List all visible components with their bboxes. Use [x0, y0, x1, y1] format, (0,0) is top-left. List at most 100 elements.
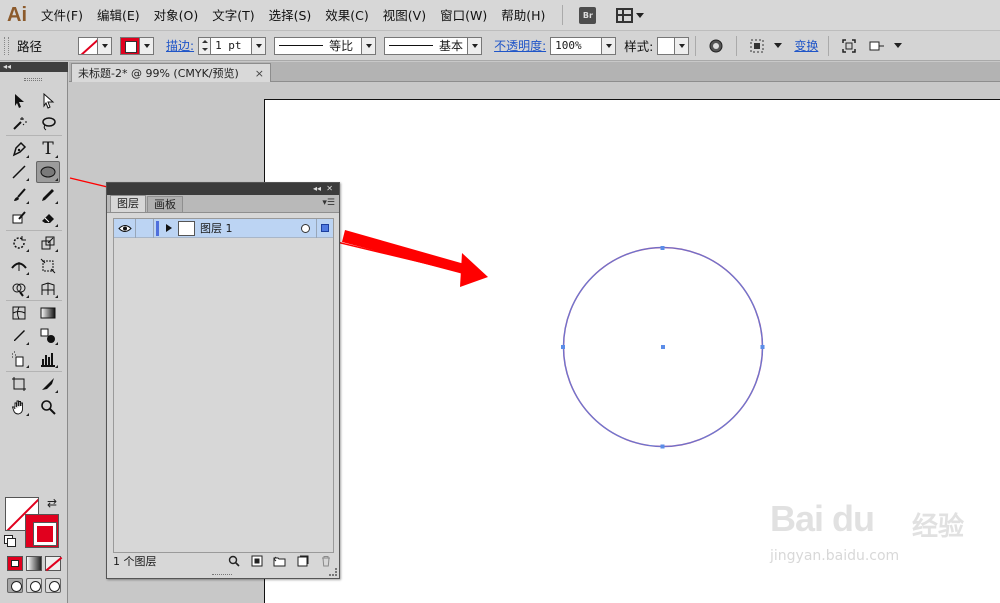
stroke-link[interactable]: 描边:: [166, 37, 194, 54]
close-icon[interactable]: ✕: [326, 183, 333, 195]
menu-object[interactable]: 对象(O): [147, 0, 206, 31]
collapse-icon[interactable]: ◂◂: [313, 183, 321, 195]
stroke-weight-field[interactable]: 1 pt: [210, 36, 253, 55]
stroke-weight-stepper[interactable]: [198, 36, 211, 55]
column-graph-tool[interactable]: [37, 349, 59, 369]
eyedropper-tool[interactable]: [8, 326, 30, 346]
none-mode-button[interactable]: [45, 556, 61, 571]
paintbrush-tool[interactable]: [8, 185, 30, 205]
stroke-dropdown[interactable]: [140, 36, 155, 55]
scale-tool[interactable]: [37, 233, 59, 253]
lasso-tool[interactable]: [37, 114, 59, 134]
stroke-weight-dropdown[interactable]: [252, 36, 267, 55]
menu-type[interactable]: 文字(T): [205, 0, 261, 31]
make-clipping-mask-icon[interactable]: [250, 555, 264, 567]
opacity-link[interactable]: 不透明度:: [494, 37, 546, 54]
selection-tool[interactable]: [8, 91, 30, 111]
fill-swatch[interactable]: [78, 36, 99, 55]
workspace-switcher-button[interactable]: [616, 7, 645, 23]
gradient-tool[interactable]: [37, 303, 59, 323]
tools-panel-header[interactable]: ◂◂: [0, 62, 68, 72]
fill-dropdown[interactable]: [98, 36, 113, 55]
tools-grip[interactable]: [24, 78, 42, 81]
eraser-tool[interactable]: [37, 208, 59, 228]
menu-effect[interactable]: 效果(C): [318, 0, 375, 31]
shape-builder-tool[interactable]: [8, 279, 30, 299]
blob-brush-tool[interactable]: [8, 208, 30, 228]
artboard[interactable]: [264, 99, 1000, 603]
profile-dropdown[interactable]: [362, 36, 377, 55]
close-icon[interactable]: ×: [255, 67, 264, 80]
draw-normal-button[interactable]: [7, 578, 23, 593]
gradient-mode-button[interactable]: [26, 556, 42, 571]
panel-menu-icon[interactable]: [868, 37, 886, 55]
transform-link[interactable]: 变换: [794, 37, 818, 54]
menu-select[interactable]: 选择(S): [262, 0, 319, 31]
bridge-button[interactable]: Br: [579, 6, 597, 24]
type-tool[interactable]: T: [37, 139, 59, 159]
swap-fill-stroke-icon[interactable]: ⇄: [47, 496, 57, 510]
brush-definition[interactable]: 基本: [384, 36, 469, 55]
panel-bottom-grip[interactable]: [212, 574, 232, 577]
document-tab[interactable]: 未标题-2* @ 99% (CMYK/预览) ×: [71, 63, 271, 82]
layer-name[interactable]: 图层 1: [200, 220, 233, 236]
zoom-tool[interactable]: [37, 397, 59, 417]
pen-tool[interactable]: [8, 139, 30, 159]
menu-help[interactable]: 帮助(H): [494, 0, 552, 31]
panel-resize-handle[interactable]: [329, 568, 337, 576]
type-tool-glyph: T: [42, 139, 54, 159]
opacity-dropdown[interactable]: [602, 36, 617, 55]
collapse-icon[interactable]: ◂◂: [3, 62, 11, 72]
selection-indicator[interactable]: [321, 224, 329, 232]
width-tool[interactable]: [8, 256, 30, 276]
blend-tool[interactable]: [37, 326, 59, 346]
menu-file[interactable]: 文件(F): [34, 0, 90, 31]
magic-wand-tool[interactable]: [8, 114, 30, 134]
opacity-field[interactable]: 100%: [550, 36, 603, 55]
chevron-down-icon[interactable]: [774, 43, 783, 48]
hand-tool[interactable]: [8, 397, 30, 417]
locate-object-icon[interactable]: [227, 555, 241, 567]
color-mode-button[interactable]: [7, 556, 23, 571]
menu-view[interactable]: 视图(V): [376, 0, 433, 31]
expand-triangle-icon[interactable]: [166, 224, 172, 232]
delete-layer-icon[interactable]: [319, 555, 333, 567]
graphic-style-dropdown[interactable]: [675, 36, 690, 55]
free-transform-tool[interactable]: [37, 256, 59, 276]
perspective-grid-tool[interactable]: [37, 279, 59, 299]
draw-inside-button[interactable]: [45, 578, 61, 593]
pencil-tool[interactable]: [37, 185, 59, 205]
stroke-color-swatch[interactable]: [25, 514, 59, 548]
recolor-artwork-icon[interactable]: [707, 37, 725, 55]
artboard-tool[interactable]: [8, 374, 30, 394]
target-circle-icon[interactable]: [301, 223, 310, 233]
panel-title-bar[interactable]: ◂◂ ✕: [107, 183, 339, 195]
slice-tool[interactable]: [37, 374, 59, 394]
align-options-icon[interactable]: [748, 37, 766, 55]
brush-dropdown[interactable]: [468, 36, 483, 55]
panel-menu-icon[interactable]: ▾☰: [322, 198, 335, 208]
layer-row[interactable]: 图层 1: [114, 218, 333, 238]
default-colors-icon[interactable]: [4, 535, 16, 547]
line-segment-tool[interactable]: [8, 162, 30, 182]
stroke-swatch[interactable]: [120, 36, 141, 55]
variable-width-profile[interactable]: 等比: [274, 36, 363, 55]
rotate-tool[interactable]: [8, 233, 30, 253]
symbol-sprayer-tool[interactable]: [8, 349, 30, 369]
tab-layers[interactable]: 图层: [110, 195, 146, 212]
menu-window[interactable]: 窗口(W): [433, 0, 494, 31]
lock-toggle[interactable]: [136, 218, 154, 238]
isolate-object-icon[interactable]: [840, 37, 858, 55]
visibility-toggle[interactable]: [114, 218, 136, 238]
chevron-down-icon[interactable]: [894, 43, 903, 48]
mesh-tool[interactable]: [8, 303, 30, 323]
ellipse-tool[interactable]: [36, 161, 60, 183]
menu-edit[interactable]: 编辑(E): [90, 0, 147, 31]
new-layer-icon[interactable]: [296, 555, 310, 567]
tab-artboards[interactable]: 画板: [147, 196, 183, 212]
new-sublayer-icon[interactable]: [273, 555, 287, 567]
control-bar-grip[interactable]: [4, 36, 9, 55]
direct-selection-tool[interactable]: [37, 91, 59, 111]
draw-behind-button[interactable]: [26, 578, 42, 593]
graphic-style-swatch[interactable]: [657, 36, 676, 55]
